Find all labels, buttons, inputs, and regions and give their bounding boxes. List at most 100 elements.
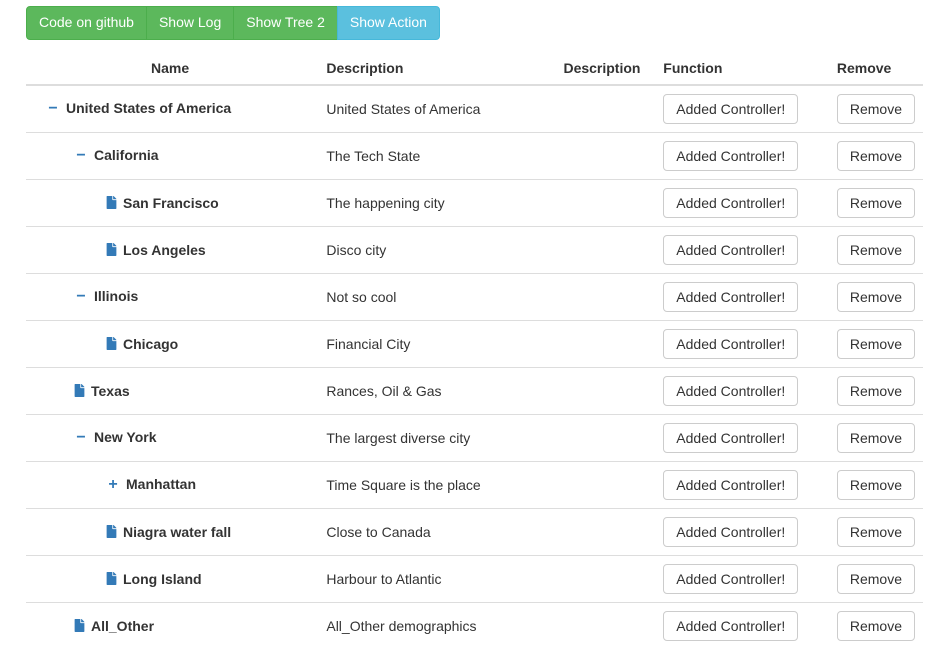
remove-button[interactable]: Remove	[837, 611, 915, 641]
cell-function: Added Controller!	[655, 132, 829, 179]
collapse-icon[interactable]	[46, 101, 60, 117]
cell-function: Added Controller!	[655, 555, 829, 602]
remove-button[interactable]: Remove	[837, 141, 915, 171]
code-on-github-button[interactable]: Code on github	[26, 6, 147, 40]
remove-button[interactable]: Remove	[837, 94, 915, 124]
cell-name: Manhattan	[26, 461, 318, 508]
cell-remove: Remove	[829, 602, 923, 649]
remove-button[interactable]: Remove	[837, 470, 915, 500]
cell-description: Close to Canada	[318, 508, 555, 555]
show-tree-button[interactable]: Show Tree 2	[233, 6, 338, 40]
table-row: New York The largest diverse city Added Co…	[26, 414, 923, 461]
expand-icon[interactable]	[106, 477, 120, 493]
cell-description: The happening city	[318, 179, 555, 226]
cell-remove: Remove	[829, 555, 923, 602]
remove-button[interactable]: Remove	[837, 376, 915, 406]
remove-button[interactable]: Remove	[837, 235, 915, 265]
toolbar: Code on github Show Log Show Tree 2 Show…	[26, 6, 440, 40]
added-controller-button[interactable]: Added Controller!	[663, 376, 798, 406]
cell-description-2	[555, 226, 655, 273]
remove-button[interactable]: Remove	[837, 282, 915, 312]
cell-function: Added Controller!	[655, 414, 829, 461]
cell-description: The largest diverse city	[318, 414, 555, 461]
cell-function: Added Controller!	[655, 508, 829, 555]
added-controller-button[interactable]: Added Controller!	[663, 141, 798, 171]
cell-description-2	[555, 367, 655, 414]
cell-description: Disco city	[318, 226, 555, 273]
table-row: San Francisco The happening city Added Con…	[26, 179, 923, 226]
show-log-button[interactable]: Show Log	[146, 6, 234, 40]
cell-description: The Tech State	[318, 132, 555, 179]
file-icon	[106, 196, 117, 209]
collapse-icon[interactable]	[74, 148, 88, 164]
cell-remove: Remove	[829, 367, 923, 414]
added-controller-button[interactable]: Added Controller!	[663, 564, 798, 594]
cell-description: Financial City	[318, 320, 555, 367]
cell-description: Rances, Oil & Gas	[318, 367, 555, 414]
cell-name: All_Other	[26, 602, 318, 649]
table-row: Long Island Harbour to Atlantic Added Cont…	[26, 555, 923, 602]
cell-name: Niagra water fall	[26, 508, 318, 555]
added-controller-button[interactable]: Added Controller!	[663, 470, 798, 500]
cell-description: United States of America	[318, 85, 555, 133]
node-label[interactable]: California	[94, 147, 159, 163]
node-label[interactable]: Niagra water fall	[123, 524, 231, 540]
show-action-button[interactable]: Show Action	[337, 6, 440, 40]
node-label[interactable]: Manhattan	[126, 476, 196, 492]
cell-name: Los Angeles	[26, 226, 318, 273]
remove-button[interactable]: Remove	[837, 564, 915, 594]
cell-function: Added Controller!	[655, 602, 829, 649]
node-label[interactable]: Chicago	[123, 336, 178, 352]
node-label[interactable]: Illinois	[94, 288, 138, 304]
cell-name: Long Island	[26, 555, 318, 602]
cell-description: All_Other demographics	[318, 602, 555, 649]
cell-name: New York	[26, 414, 318, 461]
added-controller-button[interactable]: Added Controller!	[663, 282, 798, 312]
remove-button[interactable]: Remove	[837, 329, 915, 359]
added-controller-button[interactable]: Added Controller!	[663, 329, 798, 359]
added-controller-button[interactable]: Added Controller!	[663, 423, 798, 453]
added-controller-button[interactable]: Added Controller!	[663, 94, 798, 124]
added-controller-button[interactable]: Added Controller!	[663, 611, 798, 641]
header-function: Function	[655, 52, 829, 85]
cell-function: Added Controller!	[655, 461, 829, 508]
node-label[interactable]: New York	[94, 429, 157, 445]
remove-button[interactable]: Remove	[837, 188, 915, 218]
cell-remove: Remove	[829, 461, 923, 508]
cell-name: Texas	[26, 367, 318, 414]
added-controller-button[interactable]: Added Controller!	[663, 235, 798, 265]
cell-function: Added Controller!	[655, 320, 829, 367]
cell-function: Added Controller!	[655, 226, 829, 273]
added-controller-button[interactable]: Added Controller!	[663, 188, 798, 218]
cell-description-2	[555, 461, 655, 508]
table-row: ManhattanTime Square is the placeAdded C…	[26, 461, 923, 508]
header-description: Description	[318, 52, 555, 85]
collapse-icon[interactable]	[74, 289, 88, 305]
node-label[interactable]: All_Other	[91, 618, 154, 634]
cell-description-2	[555, 602, 655, 649]
table-row: IllinoisNot so coolAdded Controller!Remo…	[26, 273, 923, 320]
cell-function: Added Controller!	[655, 85, 829, 133]
cell-name: San Francisco	[26, 179, 318, 226]
node-label[interactable]: United States of America	[66, 100, 231, 116]
node-label[interactable]: Los Angeles	[123, 242, 206, 258]
remove-button[interactable]: Remove	[837, 423, 915, 453]
collapse-icon[interactable]	[74, 430, 88, 446]
remove-button[interactable]: Remove	[837, 517, 915, 547]
node-label[interactable]: San Francisco	[123, 195, 219, 211]
node-label[interactable]: Texas	[91, 383, 130, 399]
cell-remove: Remove	[829, 320, 923, 367]
node-label[interactable]: Long Island	[123, 571, 202, 587]
cell-description-2	[555, 85, 655, 133]
cell-remove: Remove	[829, 85, 923, 133]
cell-name: Chicago	[26, 320, 318, 367]
cell-name: California	[26, 132, 318, 179]
table-row: Texas Rances, Oil & Gas Added Controller! R…	[26, 367, 923, 414]
file-icon	[106, 525, 117, 538]
added-controller-button[interactable]: Added Controller!	[663, 517, 798, 547]
table-row: Los Angeles Disco city Added Controller! Re…	[26, 226, 923, 273]
file-icon	[106, 572, 117, 585]
cell-description-2	[555, 132, 655, 179]
cell-description: Harbour to Atlantic	[318, 555, 555, 602]
table-row: Chicago Financial City Added Controller! Re…	[26, 320, 923, 367]
